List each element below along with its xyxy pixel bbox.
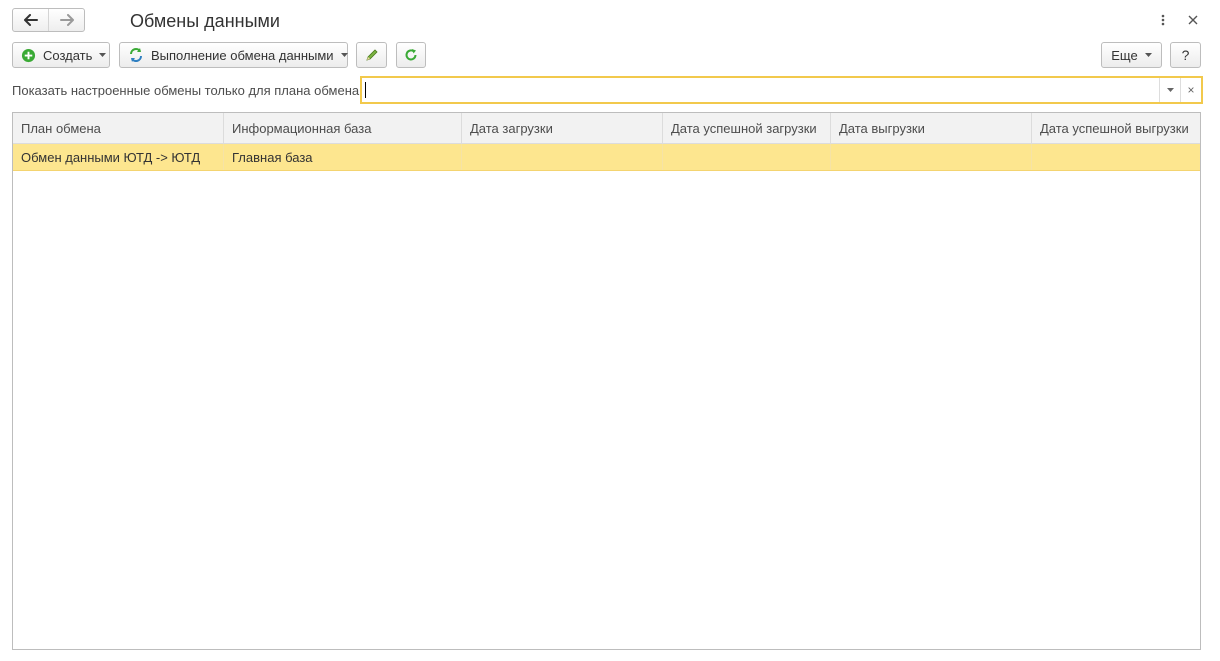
chevron-down-icon	[99, 53, 107, 57]
exchange-execution-button[interactable]: Выполнение обмена данными	[119, 42, 348, 68]
create-button[interactable]: Создать	[12, 42, 110, 68]
more-button[interactable]: Еще	[1101, 42, 1162, 68]
more-button-label: Еще	[1111, 47, 1138, 63]
chevron-down-icon	[1166, 88, 1174, 92]
table-row[interactable]: Обмен данными ЮТД -> ЮТД Главная база	[13, 144, 1200, 171]
back-button[interactable]	[13, 9, 48, 31]
cell-successful-load-date	[663, 144, 831, 170]
cell-infobase: Главная база	[224, 144, 462, 170]
column-header-exchange-plan[interactable]: План обмена	[13, 113, 224, 143]
table-header: План обмена Информационная база Дата заг…	[13, 113, 1200, 144]
create-button-label: Создать	[43, 47, 93, 63]
filter-label: Показать настроенные обмены только для п…	[12, 83, 363, 98]
sync-arrows-icon	[128, 47, 144, 63]
clear-icon: ×	[1187, 83, 1195, 97]
pencil-icon	[365, 49, 378, 61]
exchange-execution-label: Выполнение обмена данными	[151, 47, 334, 63]
cell-successful-unload-date	[1032, 144, 1200, 170]
filter-clear-button[interactable]: ×	[1180, 78, 1201, 102]
close-icon	[1188, 15, 1198, 25]
filter-dropdown-button[interactable]	[1159, 78, 1180, 102]
column-header-infobase[interactable]: Информационная база	[224, 113, 462, 143]
page-title: Обмены данными	[130, 11, 280, 31]
chevron-down-icon	[1144, 53, 1152, 57]
more-actions-button[interactable]	[1154, 10, 1172, 30]
forward-button[interactable]	[48, 9, 84, 31]
exchange-plan-filter-input[interactable]	[362, 78, 1159, 102]
cell-load-date	[462, 144, 663, 170]
refresh-button[interactable]	[396, 42, 426, 68]
column-header-load-date[interactable]: Дата загрузки	[462, 113, 663, 143]
column-header-successful-load-date[interactable]: Дата успешной загрузки	[663, 113, 831, 143]
data-exchanges-window: Обмены данными Создать Выполнение обмена…	[0, 0, 1220, 661]
close-button[interactable]	[1184, 10, 1202, 30]
plus-circle-icon	[21, 47, 36, 63]
refresh-icon	[405, 49, 417, 61]
exchanges-table: План обмена Информационная база Дата заг…	[12, 112, 1201, 650]
chevron-down-icon	[340, 53, 348, 57]
text-cursor	[365, 82, 366, 98]
exchange-plan-filter-field: ×	[360, 76, 1203, 104]
cell-unload-date	[831, 144, 1032, 170]
help-button-label: ?	[1181, 47, 1190, 63]
more-vertical-icon	[1161, 14, 1165, 26]
help-button[interactable]: ?	[1170, 42, 1201, 68]
column-header-unload-date[interactable]: Дата выгрузки	[831, 113, 1032, 143]
arrow-left-icon	[23, 14, 38, 26]
navigation-buttons	[12, 8, 85, 32]
column-header-successful-unload-date[interactable]: Дата успешной выгрузки	[1032, 113, 1200, 143]
arrow-right-icon	[59, 14, 74, 26]
cell-exchange-plan: Обмен данными ЮТД -> ЮТД	[13, 144, 224, 170]
edit-button[interactable]	[356, 42, 387, 68]
